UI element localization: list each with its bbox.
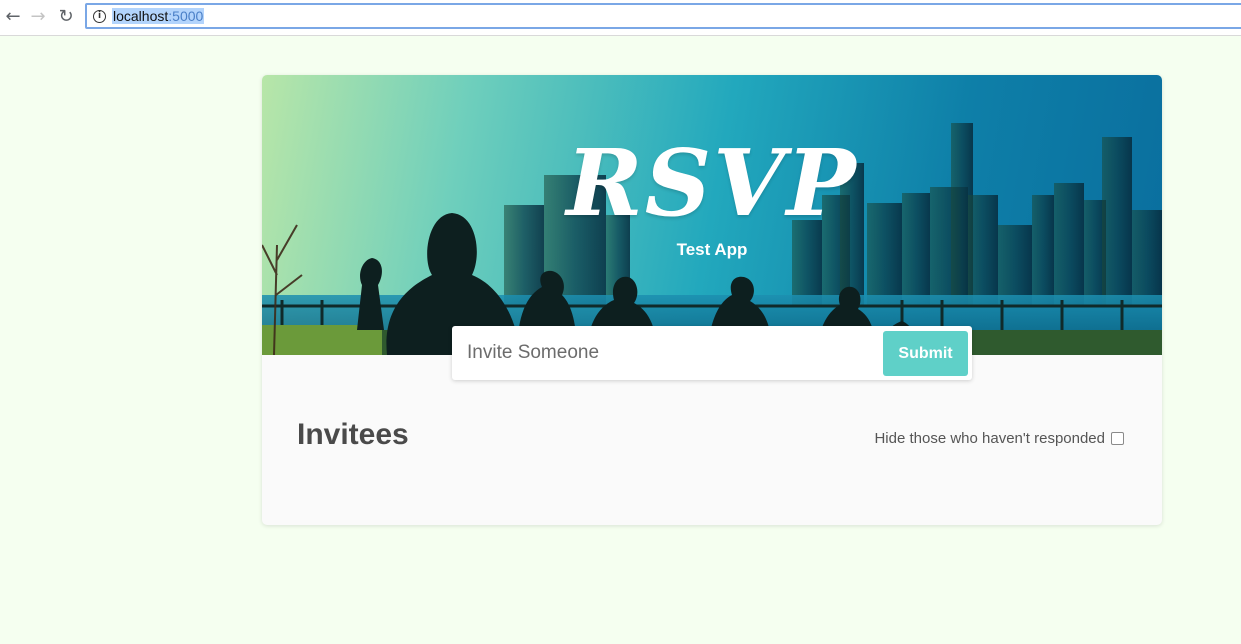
- invite-form: Submit: [452, 326, 972, 380]
- submit-button[interactable]: Submit: [883, 331, 968, 376]
- rsvp-logo: RSVP: [566, 129, 858, 237]
- url-text[interactable]: localhost:5000: [112, 8, 205, 24]
- invitees-heading: Invitees: [297, 418, 409, 451]
- filter-label-text: Hide those who haven't responded: [874, 430, 1105, 447]
- rsvp-card: RSVP Test App Submit Invitees Hide those…: [262, 75, 1162, 525]
- hide-unresponded-checkbox[interactable]: [1111, 432, 1124, 445]
- hero-banner: RSVP Test App: [262, 75, 1162, 355]
- browser-toolbar: ← → ↻ i localhost:5000: [0, 0, 1241, 36]
- info-icon[interactable]: i: [93, 9, 106, 23]
- app-subtitle: Test App: [676, 240, 748, 259]
- arrow-left-icon[interactable]: ←: [2, 4, 24, 28]
- reload-icon[interactable]: ↻: [55, 4, 77, 28]
- url-host: localhost: [113, 8, 169, 24]
- arrow-right-icon[interactable]: →: [27, 4, 49, 28]
- address-bar[interactable]: i localhost:5000: [85, 3, 1241, 29]
- hide-unresponded-filter[interactable]: Hide those who haven't responded: [862, 430, 1124, 447]
- invite-input[interactable]: [452, 326, 877, 380]
- url-port: :5000: [168, 8, 204, 24]
